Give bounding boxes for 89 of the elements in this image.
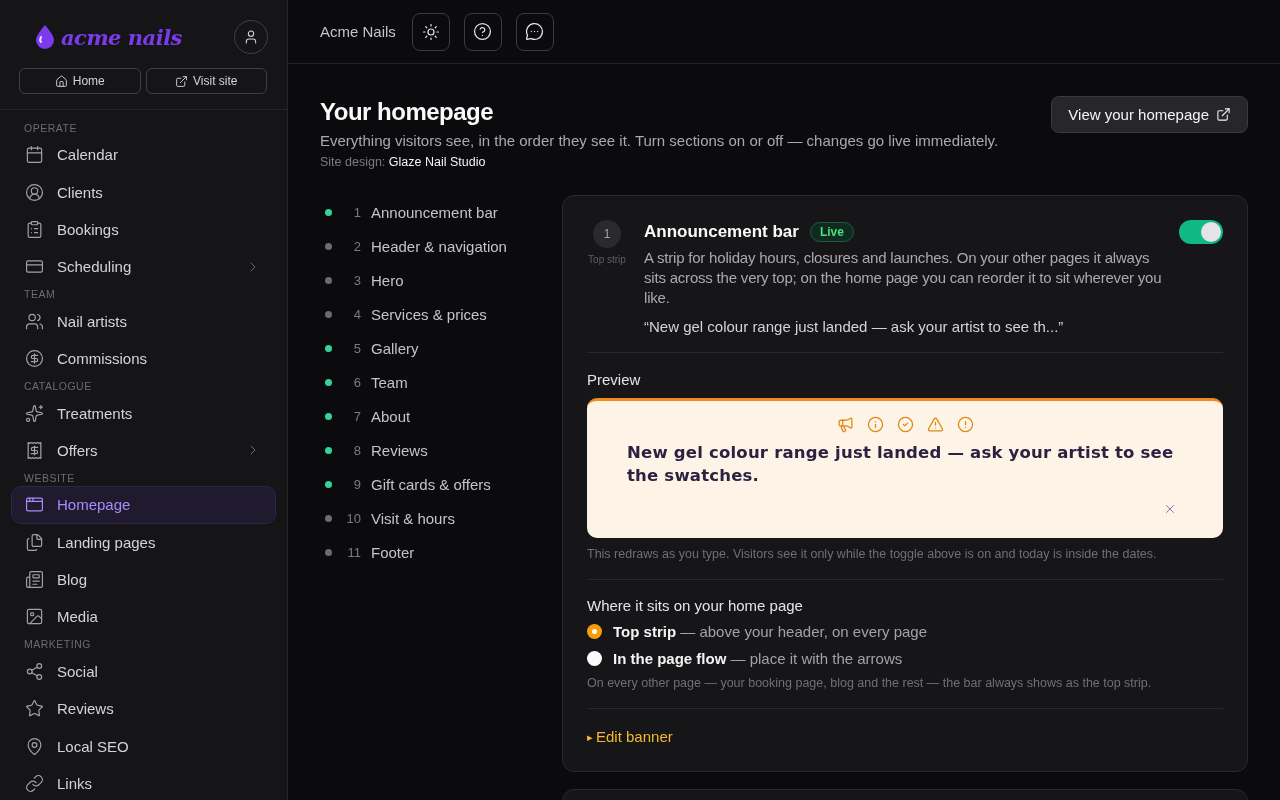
page-title: Your homepage [320,97,495,127]
droplet-icon [36,25,54,49]
alert-circle-icon [956,416,974,433]
nav-item[interactable]: Commissions [11,339,276,378]
home-button[interactable]: Home [19,68,141,94]
people-icon [25,311,44,331]
newspaper-icon [25,570,44,590]
section-title: Announcement bar [644,222,799,242]
nav-item[interactable]: Media [11,598,276,636]
section-list-item[interactable]: 9 Gift cards & offers [320,467,562,501]
position-label: Top strip [588,254,626,265]
help-button[interactable] [463,12,502,51]
section-description: A strip for holiday hours, closures and launches. On your other pages it always sits across the very top; on the home page you can reorder it to sit wherever you like. [644,248,1162,308]
share-icon [25,661,44,681]
nav-item[interactable]: Homepage [11,486,276,524]
section-list-item[interactable]: 8 Reviews [320,433,562,467]
section-list-item[interactable]: 6 Team [320,365,562,399]
clipboard-icon [25,219,44,239]
person-circle-icon [25,182,44,202]
chat-icon [525,22,545,41]
banner-text: New gel colour range just landed — ask your artist to see the swatches. [627,442,1175,487]
receipt-icon [25,440,44,460]
nav-item[interactable]: Local SEO [11,727,276,765]
nav-section-heading: CATALOGUE [23,378,93,394]
placement-heading: Where it sits on your home page [587,596,804,616]
calendar-icon [25,145,44,165]
section-list-item[interactable]: 4 Services & prices [320,297,562,331]
edit-banner-link[interactable]: ▸ Edit banner [587,727,673,747]
nav-section-heading: OPERATE [23,120,78,136]
chat-button[interactable] [515,12,554,51]
visit-site-button[interactable]: Visit site [145,68,267,94]
check-circle-icon [896,416,914,433]
business-name: Acme Nails [320,23,396,40]
close-button[interactable] [1163,502,1177,516]
close-icon [1163,502,1177,516]
nav-item[interactable]: Calendar [11,136,276,174]
nav-section-heading: TEAM [23,287,57,303]
help-icon [473,22,493,41]
nav-item[interactable]: Clients [11,173,276,211]
theme-button[interactable] [411,12,450,51]
section-list-item[interactable]: 1 Announcement bar [320,195,562,229]
pages-icon [25,532,44,552]
logo-text: acme nails [61,24,182,50]
nav-section-heading: WEBSITE [23,470,76,486]
nav-item[interactable]: Landing pages [11,523,276,561]
nav-item[interactable]: Links [11,764,276,800]
section-list-item[interactable]: 5 Gallery [320,331,562,365]
radio-label[interactable]: Top strip — above your header, on every page [613,623,928,640]
section-list-item[interactable]: 10 Visit & hours [320,501,562,535]
preview-hint: This redraws as you type. Visitors see it only while the toggle above is on and today is inside the dates. [587,546,1158,562]
radio-label[interactable]: In the page flow — place it with the arrows [613,650,903,667]
page-subtitle: Everything visitors see, in the order they see it. Turn sections on or off — changes go live immediately. [320,131,999,151]
star-icon [25,699,44,719]
section-list-item[interactable]: 11 Footer [320,535,562,569]
image-icon [25,607,44,627]
map-pin-icon [25,736,44,756]
nav-item[interactable]: Treatments [11,394,276,432]
banner-quote: “New gel colour range just landed — ask your artist to see th...” [644,317,1065,337]
nav-item[interactable]: Nail artists [11,302,276,340]
radio-button[interactable] [587,624,602,639]
nav-item[interactable]: Blog [11,560,276,599]
sparkle-icon [25,403,44,423]
section-number: 1 [593,220,621,248]
view-homepage-button[interactable]: View your homepage [1051,96,1248,133]
user-icon [243,29,259,45]
section-toggle[interactable] [1179,220,1223,244]
house-icon [54,74,68,88]
external-link-icon [1216,107,1231,122]
radio-button[interactable] [587,651,602,666]
link-icon [25,774,44,794]
dollar-circle-icon [25,349,44,369]
nav-item[interactable]: Scheduling [11,248,276,286]
sun-icon [421,22,440,41]
nav-section-heading: MARKETING [23,637,92,653]
preview-heading: Preview [587,370,642,390]
nav-item[interactable]: Bookings [11,210,276,249]
section-list-item[interactable]: 7 About [320,399,562,433]
section-list-item[interactable]: 3 Hero [320,263,562,297]
section-list-item[interactable]: 2 Header & navigation [320,229,562,263]
megaphone-icon [836,416,854,433]
status-badge: Live [809,222,854,242]
placement-note: On every other page — your booking page, blog and the rest — the bar always shows as the top strip. [587,675,1153,691]
external-link-icon [175,74,188,88]
site-design-label: Site design: Glaze Nail Studio [320,154,487,170]
nav-item[interactable]: Social [11,652,276,691]
nav-item[interactable]: Reviews [11,690,276,728]
nav-item[interactable]: Offers [11,431,276,470]
info-icon [866,416,884,433]
warning-icon [926,416,944,433]
